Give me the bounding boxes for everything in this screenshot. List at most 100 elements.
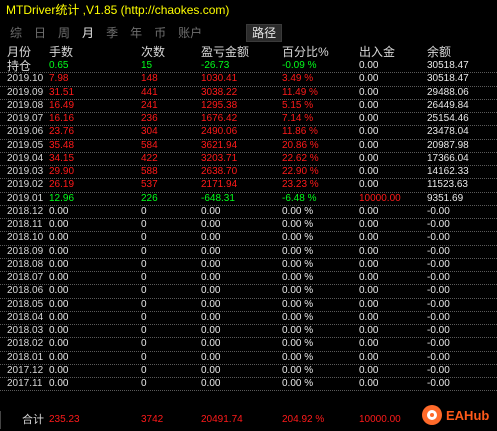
cell-count: 0: [141, 298, 147, 310]
tab-year[interactable]: 年: [126, 25, 146, 41]
cell-count: 0: [141, 378, 147, 389]
cell-percent: 0.00 %: [282, 298, 314, 310]
cell-percent: 23.23 %: [282, 179, 319, 191]
cell-balance: -0.00: [427, 219, 450, 230]
cell-percent: 22.90 %: [282, 166, 319, 177]
total-pnl: 20491.74: [201, 414, 243, 425]
cell-balance: -0.00: [427, 205, 450, 217]
cell-balance: -0.00: [427, 338, 450, 350]
window-title: MTDriver统计 ,V1.85 (http://chaokes.com): [6, 3, 230, 17]
cell-month: 2018.10: [7, 232, 44, 244]
table-row: 2019.06 23.76 304 2490.06 11.86 % 0.00 23478.0…: [0, 126, 497, 140]
cell-lots: 0.00: [49, 338, 69, 350]
cell-flow: 0.00: [359, 232, 379, 244]
tab-week[interactable]: 周: [54, 25, 74, 41]
tab-currency[interactable]: 币: [150, 25, 170, 41]
cell-month: 2018.09: [7, 245, 44, 257]
cell-month: 2018.04: [7, 311, 44, 323]
cell-count: 537: [141, 179, 158, 191]
table-row: 2018.03 0.00 0 0.00 0.00 % 0.00 -0.00: [0, 325, 497, 339]
cell-pnl: 0.00: [201, 232, 221, 244]
tab-month[interactable]: 月: [78, 25, 98, 41]
cell-month: 2018.12: [7, 205, 44, 217]
eahub-logo-text: EAHub: [446, 407, 490, 423]
cell-pnl: -648.31: [201, 192, 235, 204]
cell-month: 2019.08: [7, 99, 44, 111]
total-label: 合计: [22, 414, 44, 426]
cell-balance: -0.00: [427, 311, 450, 323]
cell-balance: 17366.04: [427, 152, 469, 164]
cell-flow: 0.00: [359, 219, 379, 230]
table-row: 2019.03 29.90 588 2638.70 22.90 % 0.00 14162.3…: [0, 166, 497, 180]
cell-balance: -0.00: [427, 258, 450, 270]
holding-balance: 30518.47: [427, 60, 469, 71]
cell-flow: 0.00: [359, 245, 379, 257]
cell-percent: 0.00 %: [282, 351, 314, 363]
cell-flow: 0.00: [359, 325, 379, 336]
cell-flow: 0.00: [359, 378, 379, 389]
cell-count: 0: [141, 351, 147, 363]
cell-flow: 0.00: [359, 285, 379, 297]
cell-flow: 0.00: [359, 166, 379, 177]
cell-month: 2019.01: [7, 192, 44, 204]
cell-count: 422: [141, 152, 158, 164]
cell-flow: 0.00: [359, 126, 379, 138]
cell-count: 588: [141, 166, 158, 177]
cell-lots: 7.98: [49, 73, 69, 85]
cell-count: 584: [141, 139, 158, 151]
cell-lots: 0.00: [49, 364, 69, 376]
cell-percent: 0.00 %: [282, 232, 314, 244]
cell-flow: 0.00: [359, 272, 379, 283]
cell-count: 0: [141, 272, 147, 283]
table-row: 2018.07 0.00 0 0.00 0.00 % 0.00 -0.00: [0, 272, 497, 286]
cell-lots: 16.49: [49, 99, 75, 111]
cell-count: 0: [141, 245, 147, 257]
cell-count: 0: [141, 285, 147, 297]
cell-balance: -0.00: [427, 351, 450, 363]
month-rows: 2019.10 7.98 148 1030.41 3.49 % 0.00 30518.47 2…: [0, 73, 497, 392]
header-percent: 百分比%: [282, 45, 329, 59]
cell-balance: -0.00: [427, 298, 450, 310]
tab-day[interactable]: 日: [30, 25, 50, 41]
cell-lots: 0.00: [49, 351, 69, 363]
table-row: 2018.02 0.00 0 0.00 0.00 % 0.00 -0.00: [0, 338, 497, 352]
table-row: 2019.04 34.15 422 3203.71 22.62 % 0.00 17366.0…: [0, 153, 497, 166]
cell-pnl: 0.00: [201, 311, 221, 323]
cell-percent: 3.49 %: [282, 73, 314, 85]
cell-lots: 35.48: [49, 139, 75, 151]
header-flow: 出入金: [359, 45, 396, 59]
cell-month: 2018.01: [7, 351, 44, 363]
cell-pnl: 0.00: [201, 351, 221, 363]
cell-lots: 0.00: [49, 298, 69, 310]
holding-pnl: -26.73: [201, 60, 230, 71]
cell-percent: 0.00 %: [282, 311, 314, 323]
cell-balance: -0.00: [427, 272, 450, 283]
holding-row: 持仓 0.65 15 -26.73 -0.09 % 0.00 30518.47: [0, 60, 497, 74]
tab-quarter[interactable]: 季: [102, 25, 122, 41]
cell-balance: 14162.33: [427, 166, 469, 177]
cell-percent: -6.48 %: [282, 192, 317, 204]
table-row: 2019.05 35.48 584 3621.94 20.86 % 0.00 20987.9…: [0, 140, 497, 153]
cell-pnl: 0.00: [201, 219, 221, 230]
cell-balance: -0.00: [427, 285, 450, 297]
cell-count: 236: [141, 113, 158, 124]
cell-percent: 22.62 %: [282, 152, 319, 164]
cell-percent: 0.00 %: [282, 285, 314, 297]
cell-flow: 0.00: [359, 338, 379, 350]
cell-pnl: 0.00: [201, 258, 221, 270]
header-balance: 余额: [427, 45, 452, 59]
tab-summary[interactable]: 综: [6, 25, 26, 41]
path-button[interactable]: 路径: [246, 24, 283, 42]
cell-month: 2017.11: [7, 378, 43, 389]
cell-pnl: 2490.06: [201, 126, 238, 138]
table-row: 2018.06 0.00 0 0.00 0.00 % 0.00 -0.00: [0, 285, 497, 299]
table-row: 2018.01 0.00 0 0.00 0.00 % 0.00 -0.00: [0, 352, 497, 365]
cell-pnl: 0.00: [201, 205, 221, 217]
cell-month: 2018.11: [7, 219, 43, 230]
cell-lots: 26.19: [49, 179, 75, 191]
cell-count: 226: [141, 192, 158, 204]
cell-lots: 0.00: [49, 232, 69, 244]
table-row: 2019.09 31.51 441 3038.22 11.49 % 0.00 29488.0…: [0, 87, 497, 100]
tab-account[interactable]: 账户: [174, 25, 206, 41]
cell-pnl: 1676.42: [201, 113, 238, 124]
